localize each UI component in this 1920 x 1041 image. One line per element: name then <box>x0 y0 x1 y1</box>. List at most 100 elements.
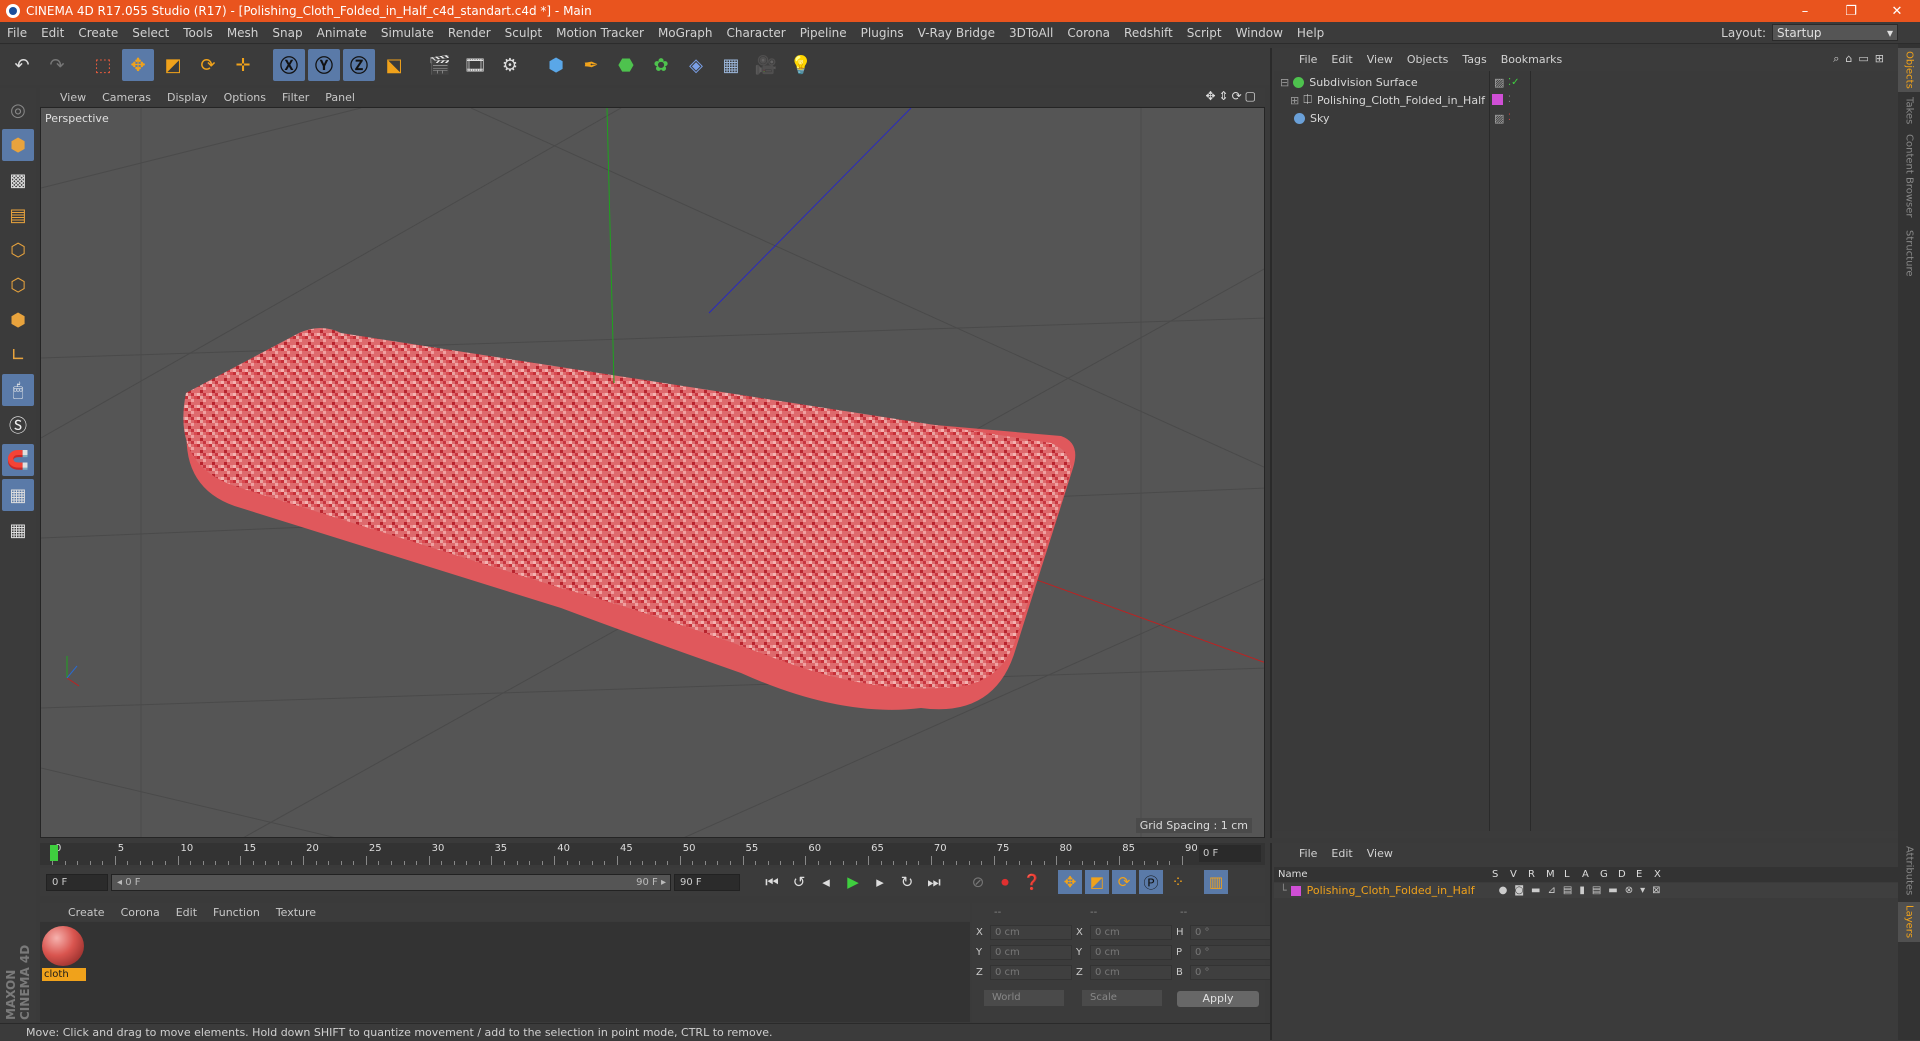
menu-sculpt[interactable]: Sculpt <box>498 26 549 40</box>
om-menu-objects[interactable]: Objects <box>1400 53 1456 66</box>
menu-mograph[interactable]: MoGraph <box>651 26 720 40</box>
menu-animate[interactable]: Animate <box>310 26 374 40</box>
menu-mesh[interactable]: Mesh <box>220 26 266 40</box>
size-y-field[interactable]: 0 cm <box>1090 945 1172 960</box>
viewport-menu-filter[interactable]: Filter <box>274 91 317 104</box>
model-mode-icon[interactable]: ⬢ <box>2 129 34 161</box>
om-menu-tags[interactable]: Tags <box>1455 53 1493 66</box>
next-frame-icon[interactable]: ▸ <box>868 870 892 894</box>
material-name[interactable]: cloth <box>42 968 86 981</box>
apply-button[interactable]: Apply <box>1177 991 1259 1007</box>
rotation-p-field[interactable]: 0 ° <box>1190 945 1272 960</box>
menu-plugins[interactable]: Plugins <box>854 26 911 40</box>
timeline-window-icon[interactable]: ▥ <box>1204 870 1228 894</box>
end-frame-field[interactable]: 90 F <box>674 873 740 891</box>
3d-viewport[interactable]: Perspective Grid Spacing : 1 cm <box>40 107 1265 838</box>
texture-mode-icon[interactable]: ▩ <box>2 164 34 196</box>
collapse-icon[interactable]: ⊟ <box>1280 76 1289 89</box>
restore-button[interactable]: ❐ <box>1828 0 1874 22</box>
rotation-h-field[interactable]: 0 ° <box>1190 925 1272 940</box>
coordinate-system-dropdown[interactable]: World <box>984 990 1064 1006</box>
z-axis-icon[interactable]: Ⓩ <box>343 49 375 81</box>
pen-spline-icon[interactable]: ✒ <box>575 49 607 81</box>
start-frame-field[interactable]: 0 F <box>46 873 108 891</box>
planar-workplane-icon[interactable]: ▦ <box>2 514 34 546</box>
edit-render-settings-icon[interactable]: ⚙ <box>494 49 526 81</box>
object-row-polishing-cloth[interactable]: ⊞ ⎅ Polishing_Cloth_Folded_in_Half ⁚ <box>1274 91 1898 109</box>
menu-create[interactable]: Create <box>71 26 125 40</box>
enabled-check-icon[interactable]: ⁚✓ <box>1508 77 1520 88</box>
live-selection-icon[interactable]: ⬚ <box>87 49 119 81</box>
tweak-mode-icon[interactable]: 🖱 <box>2 374 34 406</box>
undo-icon[interactable]: ↶ <box>6 49 38 81</box>
layer-row[interactable]: └ Polishing_Cloth_Folded_in_Half ●◙▬⊿▤▮▤… <box>1274 883 1898 898</box>
om-menu-file[interactable]: File <box>1292 53 1324 66</box>
material-menu-create[interactable]: Create <box>60 906 113 919</box>
menu-window[interactable]: Window <box>1229 26 1290 40</box>
move-icon[interactable]: ✥ <box>122 49 154 81</box>
material-menu-texture[interactable]: Texture <box>268 906 324 919</box>
tab-layers[interactable]: Layers <box>1898 902 1920 942</box>
viewport-menu-display[interactable]: Display <box>159 91 216 104</box>
next-key-icon[interactable]: ↻ <box>895 870 919 894</box>
menu-vray-bridge[interactable]: V-Ray Bridge <box>911 26 1002 40</box>
menu-character[interactable]: Character <box>719 26 792 40</box>
last-tool-icon[interactable]: ✛ <box>227 49 259 81</box>
viewport-menu-view[interactable]: View <box>52 91 94 104</box>
tab-objects[interactable]: Objects <box>1898 48 1920 92</box>
material-preview-sphere[interactable] <box>42 926 84 966</box>
minimize-button[interactable]: – <box>1782 0 1828 22</box>
position-y-field[interactable]: 0 cm <box>990 945 1072 960</box>
menu-select[interactable]: Select <box>125 26 176 40</box>
viewport-navigation-icons[interactable]: ✥⇕⟳▢ <box>1205 89 1259 103</box>
tab-attributes[interactable]: Attributes <box>1898 844 1920 898</box>
menu-redshift[interactable]: Redshift <box>1117 26 1180 40</box>
subdivision-surface-icon[interactable]: ⬣ <box>610 49 642 81</box>
floor-icon[interactable]: ▦ <box>715 49 747 81</box>
render-view-icon[interactable]: 🎬 <box>424 49 456 81</box>
menu-render[interactable]: Render <box>441 26 498 40</box>
object-row-subdivision-surface[interactable]: ⊟ Subdivision Surface ▨ ⁚✓ <box>1274 73 1898 91</box>
lm-menu-edit[interactable]: Edit <box>1324 847 1359 860</box>
record-keys-disabled-icon[interactable]: ⊘ <box>966 870 990 894</box>
om-search-home-icons[interactable]: ⌕⌂▭⊞ <box>1833 52 1890 66</box>
workplane-mode-icon[interactable]: ▤ <box>2 199 34 231</box>
viewport-menu-cameras[interactable]: Cameras <box>94 91 159 104</box>
key-scale-icon[interactable]: ◩ <box>1085 870 1109 894</box>
layer-name[interactable]: Polishing_Cloth_Folded_in_Half <box>1307 884 1499 897</box>
key-rotation-icon[interactable]: ⟳ <box>1112 870 1136 894</box>
menu-simulate[interactable]: Simulate <box>374 26 441 40</box>
material-menu-corona[interactable]: Corona <box>113 906 168 919</box>
current-frame-field[interactable]: 0 F <box>1199 845 1261 862</box>
timeline-ruler[interactable]: 0 5 10 15 20 25 30 35 40 45 50 55 60 65 70 75 80 85 90 0 F <box>40 843 1265 865</box>
tab-takes[interactable]: Takes <box>1898 96 1920 126</box>
size-z-field[interactable]: 0 cm <box>1090 965 1172 980</box>
cloner-icon[interactable]: ✿ <box>645 49 677 81</box>
rotate-icon[interactable]: ⟳ <box>192 49 224 81</box>
material-menu-edit[interactable]: Edit <box>168 906 205 919</box>
menu-snap[interactable]: Snap <box>265 26 309 40</box>
solo-mode-icon[interactable]: Ⓢ <box>2 409 34 441</box>
menu-corona[interactable]: Corona <box>1060 26 1117 40</box>
position-x-field[interactable]: 0 cm <box>990 925 1072 940</box>
playhead-marker[interactable] <box>50 845 58 861</box>
menu-file[interactable]: File <box>0 26 34 40</box>
object-row-sky[interactable]: Sky ▨ ⁚ <box>1274 109 1898 127</box>
cube-icon[interactable]: ⬢ <box>540 49 572 81</box>
polygons-mode-icon[interactable]: ⬢ <box>2 304 34 336</box>
material-menu-function[interactable]: Function <box>205 906 268 919</box>
axis-mode-icon[interactable]: ∟ <box>2 339 34 371</box>
world-coordinates-icon[interactable]: ⬕ <box>378 49 410 81</box>
goto-start-icon[interactable]: ⏮ <box>760 870 784 894</box>
workplane-lock-icon[interactable]: ▦ <box>2 479 34 511</box>
visibility-dots-icon[interactable]: ⁚ <box>1508 95 1511 105</box>
layer-color-swatch[interactable] <box>1290 885 1301 896</box>
key-pla-icon[interactable]: ⁘ <box>1166 870 1190 894</box>
menu-3dtoall[interactable]: 3DToAll <box>1002 26 1060 40</box>
deformer-icon[interactable]: ◈ <box>680 49 712 81</box>
viewport-menu-panel[interactable]: Panel <box>317 91 363 104</box>
layer-toggle-icons[interactable]: ●◙▬⊿▤▮▤▬⊗▾⊠ <box>1499 885 1668 896</box>
goto-end-icon[interactable]: ⏭ <box>922 870 946 894</box>
autokey-icon[interactable]: ❓ <box>1020 870 1044 894</box>
edges-mode-icon[interactable]: ⬡ <box>2 269 34 301</box>
